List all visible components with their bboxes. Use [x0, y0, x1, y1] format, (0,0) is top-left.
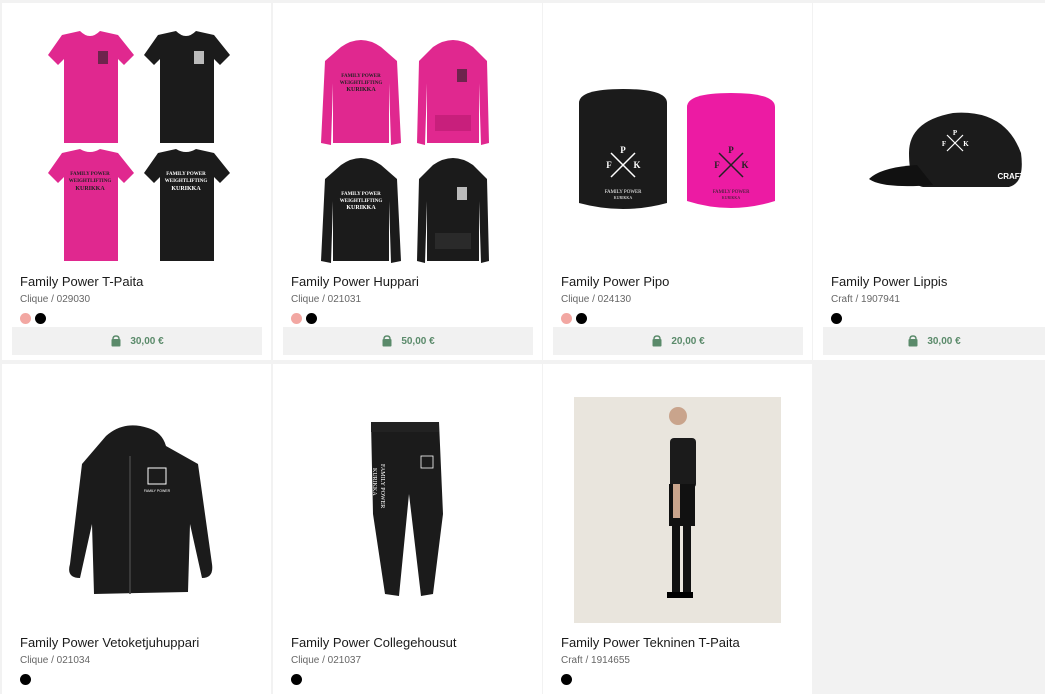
- svg-text:WEIGHTLIFTING: WEIGHTLIFTING: [165, 179, 208, 184]
- product-brand-code: Craft / 1914655: [561, 655, 630, 666]
- product-image[interactable]: FAMILY POWER WEIGHTLIFTING KURIKKA FAMIL…: [273, 3, 542, 271]
- product-name[interactable]: Family Power T-Paita: [20, 274, 143, 289]
- svg-text:F: F: [606, 160, 612, 170]
- product-image[interactable]: [543, 364, 812, 632]
- add-to-cart-button[interactable]: 50,00 €: [283, 327, 533, 355]
- model-photo-image: [574, 397, 781, 623]
- price: 20,00 €: [671, 335, 705, 347]
- svg-text:KURIKKA: KURIKKA: [614, 195, 633, 200]
- shopping-bag-icon: [908, 335, 918, 347]
- product-card-collegehousut[interactable]: FAMILY POWER KURIKKA Family Power Colleg…: [273, 364, 542, 694]
- swatch-black[interactable]: [831, 313, 842, 324]
- product-card-t-paita[interactable]: FAMILY POWER WEIGHTLIFTING KURIKKA FAMIL…: [2, 3, 271, 360]
- swatch-black[interactable]: [306, 313, 317, 324]
- svg-text:P: P: [728, 145, 734, 155]
- svg-text:KURIKKA: KURIKKA: [171, 186, 201, 192]
- product-name[interactable]: Family Power Pipo: [561, 274, 669, 289]
- svg-text:WEIGHTLIFTING: WEIGHTLIFTING: [340, 81, 383, 86]
- shopping-bag-icon: [382, 335, 392, 347]
- svg-text:FAMILY POWER: FAMILY POWER: [70, 172, 110, 177]
- color-swatches: [20, 674, 31, 685]
- product-card-tekninen-t-paita[interactable]: Family Power Tekninen T-Paita Craft / 19…: [543, 364, 812, 694]
- product-grid: FAMILY POWER WEIGHTLIFTING KURIKKA FAMIL…: [0, 0, 1045, 694]
- product-brand-code: Clique / 021037: [291, 655, 362, 666]
- product-brand-code: Craft / 1907941: [831, 294, 900, 305]
- price: 50,00 €: [401, 335, 435, 347]
- swatch-black[interactable]: [35, 313, 46, 324]
- svg-text:KURIKKA: KURIKKA: [346, 205, 376, 211]
- swatch-pink[interactable]: [20, 313, 31, 324]
- hoodies-image: FAMILY POWER WEIGHTLIFTING KURIKKA FAMIL…: [321, 40, 489, 263]
- empty-grid-slot: [812, 363, 1045, 694]
- swatch-pink[interactable]: [291, 313, 302, 324]
- svg-text:KURIKKA: KURIKKA: [722, 195, 741, 200]
- svg-text:KURIKKA: KURIKKA: [346, 87, 376, 93]
- product-image[interactable]: FAMILY POWER WEIGHTLIFTING KURIKKA FAMIL…: [2, 3, 271, 271]
- product-image[interactable]: FAMILY POWER: [2, 364, 271, 632]
- color-swatches: [831, 313, 842, 324]
- product-name[interactable]: Family Power Huppari: [291, 274, 419, 289]
- svg-text:FAMILY POWER: FAMILY POWER: [144, 489, 171, 493]
- add-to-cart-button[interactable]: 20,00 €: [553, 327, 803, 355]
- swatch-pink[interactable]: [561, 313, 572, 324]
- shopping-bag-icon: [111, 335, 121, 347]
- product-name[interactable]: Family Power Collegehousut: [291, 635, 456, 650]
- product-brand-code: Clique / 029030: [20, 294, 91, 305]
- product-name[interactable]: Family Power Lippis: [831, 274, 947, 289]
- svg-text:F: F: [942, 140, 946, 148]
- product-card-huppari[interactable]: FAMILY POWER WEIGHTLIFTING KURIKKA FAMIL…: [273, 3, 542, 360]
- svg-text:CRAFT: CRAFT: [997, 172, 1024, 181]
- beanies-image: P F K FAMILY POWER KURIKKA P F K FAMILY …: [579, 89, 775, 209]
- tshirts-image: FAMILY POWER WEIGHTLIFTING KURIKKA FAMIL…: [48, 31, 230, 261]
- svg-text:P: P: [620, 145, 626, 155]
- svg-text:P: P: [953, 129, 958, 137]
- product-image[interactable]: P F K CRAFT: [813, 3, 1045, 271]
- add-to-cart-button[interactable]: 30,00 €: [823, 327, 1045, 355]
- svg-text:FAMILY POWER: FAMILY POWER: [341, 74, 381, 79]
- svg-text:FAMILY POWER: FAMILY POWER: [166, 172, 206, 177]
- svg-text:WEIGHTLIFTING: WEIGHTLIFTING: [69, 179, 112, 184]
- product-card-pipo[interactable]: P F K FAMILY POWER KURIKKA P F K FAMILY …: [543, 3, 812, 360]
- price: 30,00 €: [927, 335, 961, 347]
- product-image[interactable]: P F K FAMILY POWER KURIKKA P F K FAMILY …: [543, 3, 812, 271]
- color-swatches: [20, 313, 46, 324]
- product-name[interactable]: Family Power Tekninen T-Paita: [561, 635, 740, 650]
- svg-text:FAMILY POWER: FAMILY POWER: [341, 192, 381, 197]
- svg-text:FAMILY POWER: FAMILY POWER: [379, 464, 385, 508]
- zip-hoodie-image: FAMILY POWER: [69, 425, 213, 594]
- product-card-lippis[interactable]: P F K CRAFT Family Power Lippis Craft / …: [813, 3, 1045, 360]
- swatch-black[interactable]: [20, 674, 31, 685]
- swatch-black[interactable]: [576, 313, 587, 324]
- product-image[interactable]: FAMILY POWER KURIKKA: [273, 364, 542, 632]
- svg-text:KURIKKA: KURIKKA: [75, 186, 105, 192]
- svg-text:K: K: [741, 160, 748, 170]
- svg-text:K: K: [963, 140, 969, 148]
- sweatpants-image: FAMILY POWER KURIKKA: [371, 422, 443, 596]
- swatch-black[interactable]: [291, 674, 302, 685]
- color-swatches: [561, 674, 572, 685]
- svg-text:WEIGHTLIFTING: WEIGHTLIFTING: [340, 199, 383, 204]
- svg-text:K: K: [633, 160, 640, 170]
- product-brand-code: Clique / 024130: [561, 294, 632, 305]
- color-swatches: [291, 674, 302, 685]
- color-swatches: [291, 313, 317, 324]
- svg-text:KURIKKA: KURIKKA: [371, 468, 377, 496]
- cap-image: P F K CRAFT: [869, 112, 1025, 187]
- add-to-cart-button[interactable]: 30,00 €: [12, 327, 262, 355]
- swatch-black[interactable]: [561, 674, 572, 685]
- product-card-vetoketjuhuppari[interactable]: FAMILY POWER Family Power Vetoketjuhuppa…: [2, 364, 271, 694]
- shopping-bag-icon: [652, 335, 662, 347]
- svg-text:F: F: [714, 160, 720, 170]
- product-brand-code: Clique / 021034: [20, 655, 91, 666]
- price: 30,00 €: [130, 335, 164, 347]
- product-brand-code: Clique / 021031: [291, 294, 362, 305]
- product-name[interactable]: Family Power Vetoketjuhuppari: [20, 635, 199, 650]
- color-swatches: [561, 313, 587, 324]
